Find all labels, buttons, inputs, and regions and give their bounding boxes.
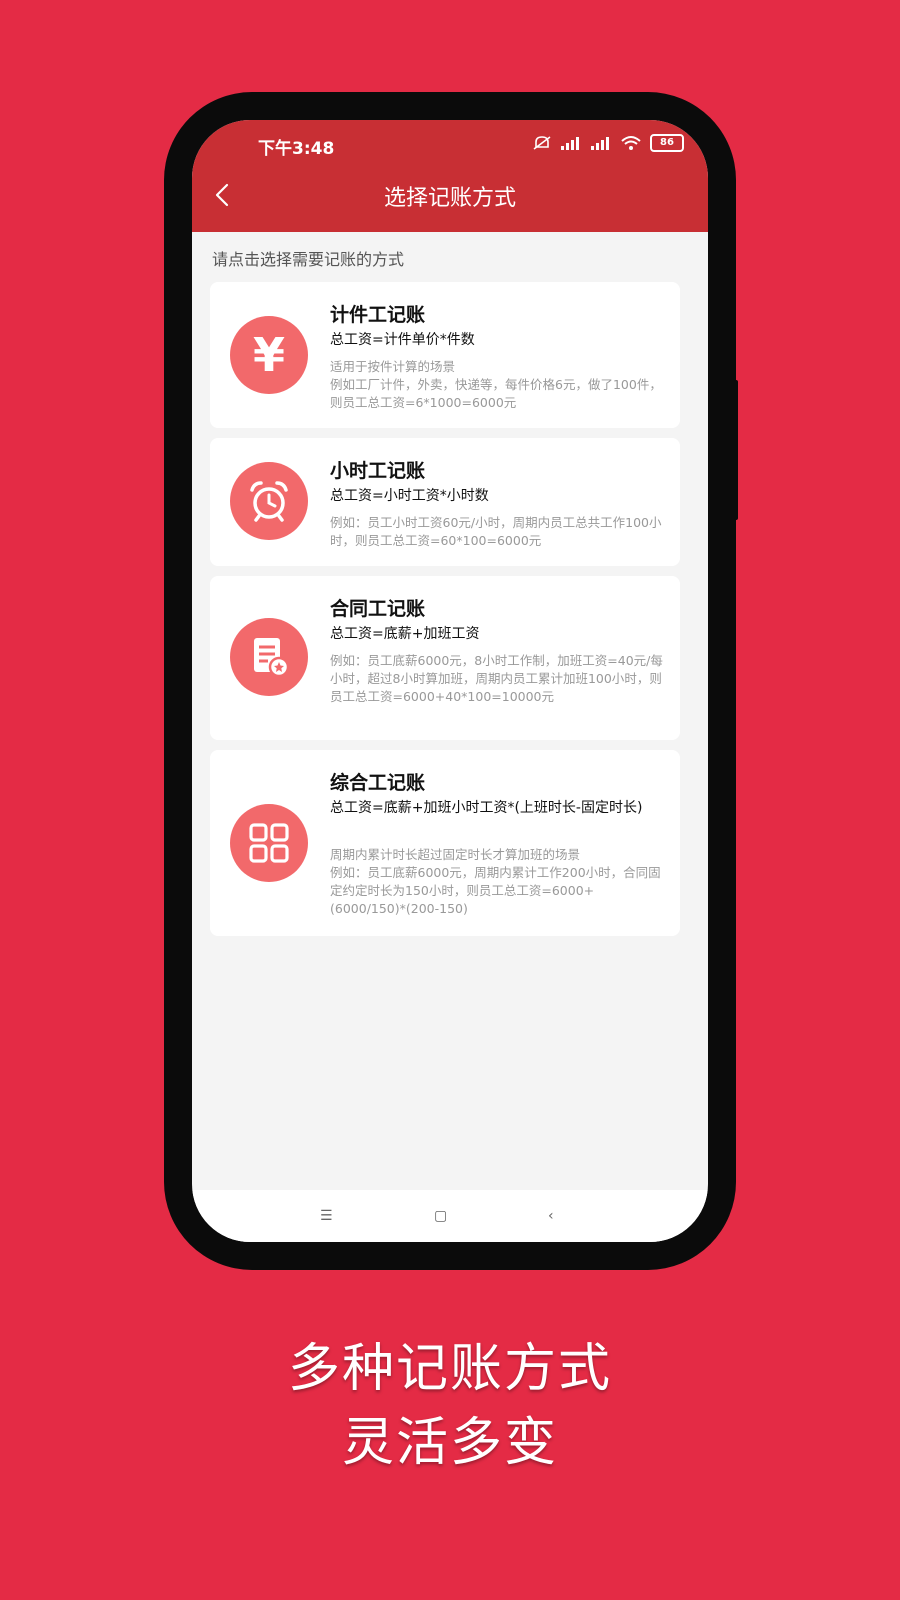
app-screen: 下午3:48 86 选择记账方式 请点击选择需要记账的方式 ¥ 计件工记账 总工… [192,120,708,1242]
home-icon[interactable]: ▢ [434,1208,447,1224]
signal-icon [561,137,579,150]
phone-side-button [734,380,738,520]
card-piecework[interactable]: ¥ 计件工记账 总工资=计件单价*件数 适用于按件计算的场景 例如工厂计件，外卖… [210,282,680,428]
signal-hd-icon [591,137,609,150]
alarm-clock-icon [230,462,308,540]
wifi-icon [621,136,641,150]
card-title: 综合工记账 [330,772,426,794]
card-description: 适用于按件计算的场景 例如工厂计件，外卖，快递等，每件价格6元，做了100件，则… [330,359,662,410]
card-description: 周期内累计时长超过固定时长才算加班的场景 例如：员工底薪6000元，周期内累计工… [330,847,661,916]
status-icons: 86 [532,134,684,152]
status-time: 下午3:48 [258,139,335,159]
card-title: 小时工记账 [330,460,426,482]
promo-caption-line1: 多种记账方式 [287,1339,612,1399]
card-comprehensive[interactable]: 综合工记账 总工资=底薪+加班小时工资*(上班时长-固定时长) 周期内累计时长超… [210,750,680,936]
card-title: 合同工记账 [330,598,426,620]
card-contract[interactable]: 合同工记账 总工资=底薪+加班工资 例如：员工底薪6000元，8小时工作制，加班… [210,576,680,740]
system-nav-bar: ☰ ▢ ‹ [192,1190,708,1242]
instruction-text: 请点击选择需要记账的方式 [212,250,405,269]
card-description: 例如：员工底薪6000元，8小时工作制，加班工资=40元/每小时，超过8小时算加… [330,653,663,704]
promo-caption-line2: 灵活多变 [341,1413,558,1473]
card-description: 例如：员工小时工资60元/小时，周期内员工总共工作100小时，则员工总工资=60… [330,515,662,548]
battery-icon: 86 [650,134,684,152]
card-formula: 总工资=底薪+加班工资 [330,626,480,642]
contract-document-icon [230,618,308,696]
page-title: 选择记账方式 [383,186,516,211]
mute-icon [533,136,551,150]
card-hourly[interactable]: 小时工记账 总工资=小时工资*小时数 例如：员工小时工资60元/小时，周期内员工… [210,438,680,566]
yen-icon: ¥ [230,316,308,394]
card-formula: 总工资=底薪+加班小时工资*(上班时长-固定时长) [330,800,643,816]
menu-icon[interactable]: ☰ [320,1208,333,1224]
back-nav-icon[interactable]: ‹ [548,1208,554,1224]
card-formula: 总工资=计件单价*件数 [330,332,475,348]
card-title: 计件工记账 [330,304,426,326]
app-header: 下午3:48 86 选择记账方式 [192,120,708,232]
card-formula: 总工资=小时工资*小时数 [330,488,489,504]
grid-icon [230,804,308,882]
